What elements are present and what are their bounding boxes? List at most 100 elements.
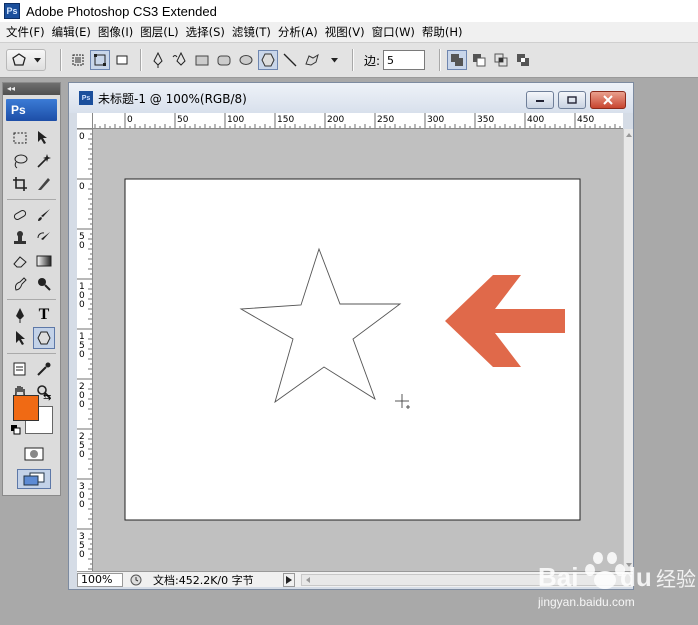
line-icon [283,53,297,67]
default-colors-icon[interactable] [11,425,21,435]
rectangle-tool-option[interactable] [192,50,212,70]
notes-tool[interactable] [9,358,31,380]
ruler-label: 450 [577,115,594,125]
screen-mode-button[interactable] [17,469,51,489]
polygon-icon [261,53,275,67]
subtract-path-area-button[interactable] [469,50,489,70]
menu-edit[interactable]: 编辑(E) [52,24,98,40]
magic-wand-tool[interactable] [33,150,55,172]
document-window: Ps 未标题-1 @ 100%(RGB/8) 0 50 100 150 200 250 30… [68,82,634,590]
brush-tool[interactable] [33,204,55,226]
menu-image[interactable]: 图像(I) [98,24,140,40]
canvas-area[interactable] [93,129,623,571]
watermark-product: 经验 [656,567,696,591]
menu-bar: 文件(F) 编辑(E) 图像(I) 图层(L) 选择(S) 滤镜(T) 分析(A… [0,22,698,42]
ruler-origin[interactable] [77,113,93,129]
crop-tool[interactable] [9,173,31,195]
maximize-button[interactable] [558,91,586,109]
custom-shape-icon [305,53,319,66]
line-tool-option[interactable] [280,50,300,70]
close-button[interactable] [590,91,626,109]
path-selection-icon [16,331,25,345]
vertical-scrollbar[interactable] [623,129,633,571]
eyedropper-tool[interactable] [33,358,55,380]
ruler-label: 0 [79,350,85,360]
marquee-tool[interactable] [9,127,31,149]
pen-tool-option[interactable] [148,50,168,70]
shape-layers-button[interactable] [68,50,88,70]
foreground-color-swatch[interactable] [13,395,39,421]
blur-tool[interactable] [9,273,31,295]
ruler-label: 0 [79,182,85,192]
bandage-icon [13,210,27,220]
menu-filter[interactable]: 滤镜(T) [232,24,278,40]
pen-tool[interactable] [9,304,31,326]
slice-tool[interactable] [33,173,55,195]
type-tool[interactable]: T [33,304,55,326]
options-bar: 边: [0,42,698,78]
scroll-left-icon[interactable] [304,575,312,585]
ruler-label: 100 [227,115,244,125]
polygon-tool-option[interactable] [258,50,278,70]
toolbox-collapse-bar[interactable]: ◂◂ [3,83,60,95]
menu-layer[interactable]: 图层(L) [140,24,185,40]
exclude-path-area-button[interactable] [513,50,533,70]
crop-icon [13,177,27,191]
zoom-field[interactable]: 100% [77,572,123,587]
pen-icon [153,52,163,68]
custom-shape-option[interactable] [302,50,322,70]
intersect-path-area-button[interactable] [491,50,511,70]
status-info-icon[interactable] [129,573,143,587]
ruler-label: 400 [527,115,544,125]
menu-file[interactable]: 文件(F) [6,24,52,40]
fill-pixels-button[interactable] [112,50,132,70]
lasso-tool[interactable] [9,150,31,172]
options-separator [60,49,62,71]
vertical-ruler: 0050100150200250300350 [77,129,93,571]
menu-help[interactable]: 帮助(H) [422,24,470,40]
move-tool[interactable] [33,127,55,149]
rounded-rectangle-option[interactable] [214,50,234,70]
eraser-tool[interactable] [9,250,31,272]
paths-button[interactable] [90,50,110,70]
document-canvas[interactable] [124,178,581,521]
dodge-tool[interactable] [33,273,55,295]
status-menu-button[interactable] [283,572,295,587]
pen-icon [16,308,24,323]
sides-input[interactable] [383,50,426,70]
smudge-icon [15,277,27,291]
document-icon: Ps [79,91,93,105]
menu-analysis[interactable]: 分析(A) [278,24,325,40]
shape-layers-icon [72,54,84,66]
freeform-pen-option[interactable] [170,50,190,70]
options-separator [140,49,142,71]
gradient-tool[interactable] [33,250,55,272]
canvas-surface[interactable] [93,129,623,571]
menu-select[interactable]: 选择(S) [186,24,232,40]
quick-mask-button[interactable] [21,445,47,463]
minimize-button[interactable] [526,91,554,109]
add-to-path-area-button[interactable] [447,50,468,70]
photoshop-app-icon: Ps [4,3,20,19]
ruler-label: 0 [79,400,85,410]
swap-colors-icon[interactable]: ⇆ [43,392,51,403]
scroll-up-icon[interactable] [624,131,634,139]
tool-preset-picker[interactable] [6,49,46,71]
lasso-icon [14,154,28,169]
polygon-icon [37,331,51,345]
polygon-tool[interactable] [33,327,55,349]
photoshop-badge[interactable]: Ps [6,99,57,121]
screen-mode-icon [23,472,45,486]
healing-brush-tool[interactable] [9,204,31,226]
ruler-label: 200 [327,115,344,125]
title-bar: Ps Adobe Photoshop CS3 Extended [0,0,698,22]
ruler-label: 350 [477,115,494,125]
ellipse-tool-option[interactable] [236,50,256,70]
menu-view[interactable]: 视图(V) [325,24,372,40]
history-brush-tool[interactable] [33,227,55,249]
options-separator [352,49,354,71]
path-selection-tool[interactable] [9,327,31,349]
shape-options-dropdown[interactable] [324,50,344,70]
clone-stamp-tool[interactable] [9,227,31,249]
menu-window[interactable]: 窗口(W) [372,24,422,40]
